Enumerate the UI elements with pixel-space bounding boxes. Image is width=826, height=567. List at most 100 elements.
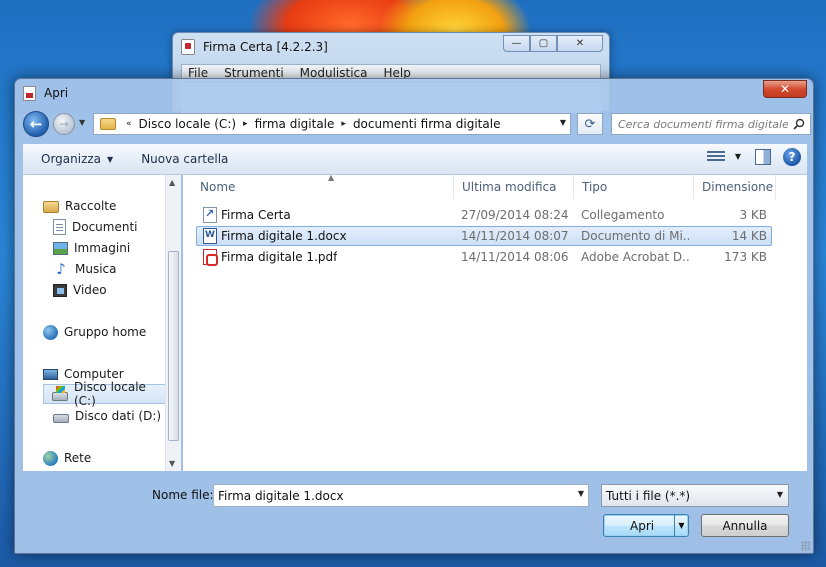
column-header-date[interactable]: Ultima modifica [454, 175, 574, 199]
nav-item-musica[interactable]: ♪ Musica [51, 259, 117, 279]
local-disk-icon [52, 386, 68, 401]
arrow-right-icon: → [58, 117, 70, 131]
file-date: 14/11/2014 08:06 [461, 250, 569, 264]
arrow-left-icon: ← [29, 115, 43, 133]
open-options-dropdown[interactable]: ▼ [674, 515, 688, 536]
nav-item-label: Computer [64, 367, 124, 381]
file-type-filter-select[interactable]: Tutti i file (*.*) ▼ [601, 484, 789, 507]
folder-icon [100, 118, 116, 130]
documents-icon [53, 219, 66, 235]
chevron-down-icon: ▼ [776, 490, 783, 499]
open-file-dialog: Apri ✕ ← → ▼ « Disco locale (C:) ▸ firma… [14, 78, 814, 554]
chevron-down-icon: ▼ [734, 151, 741, 161]
nav-item-label: Video [73, 283, 107, 297]
nav-item-label: Disco locale (C:) [74, 380, 146, 408]
resize-grip[interactable] [801, 541, 811, 551]
address-dropdown-icon[interactable]: ▼ [560, 118, 566, 127]
chevron-right-icon[interactable]: ▸ [339, 119, 348, 129]
column-header-label: Nome [200, 180, 236, 194]
nav-item-gruppo-home[interactable]: Gruppo home [41, 322, 146, 342]
navigation-bar: ← → ▼ « Disco locale (C:) ▸ firma digita… [21, 110, 811, 138]
nav-item-immagini[interactable]: Immagini [51, 238, 130, 258]
breadcrumb-overflow[interactable]: « [124, 119, 134, 129]
dialog-titlebar[interactable]: Apri [15, 79, 813, 107]
refresh-button[interactable]: ⟳ [577, 113, 603, 135]
search-box[interactable] [611, 113, 811, 135]
file-type: Documento di Mi... [581, 229, 689, 243]
new-folder-label: Nuova cartella [141, 152, 229, 166]
scrollbar-thumb[interactable] [168, 251, 179, 441]
column-header-type[interactable]: Tipo [574, 175, 694, 199]
nav-item-rete[interactable]: Rete [41, 448, 91, 468]
file-type: Adobe Acrobat D... [581, 250, 689, 264]
refresh-icon: ⟳ [584, 116, 596, 132]
navigation-pane: Raccolte Documenti Immagini ♪ Musica Vid… [23, 175, 181, 471]
video-icon [53, 283, 67, 297]
data-disk-icon [53, 414, 69, 423]
address-bar[interactable]: « Disco locale (C:) ▸ firma digitale ▸ d… [93, 113, 571, 135]
table-row[interactable]: Firma Certa 27/09/2014 08:24 Collegament… [196, 205, 772, 225]
file-size: 173 KB [724, 250, 767, 264]
table-row-selected[interactable]: Firma digitale 1.docx 14/11/2014 08:07 D… [196, 226, 772, 246]
pictures-icon [53, 241, 68, 255]
nav-item-label: Rete [64, 451, 92, 465]
minimize-button[interactable]: — [503, 35, 530, 52]
breadcrumb-disco-locale[interactable]: Disco locale (C:) [134, 117, 242, 131]
dialog-close-button[interactable]: ✕ [763, 80, 807, 98]
nav-item-label: Disco dati (D:) [75, 409, 162, 423]
cancel-button[interactable]: Annulla [701, 514, 789, 537]
table-row[interactable]: Firma digitale 1.pdf 14/11/2014 08:06 Ad… [196, 247, 772, 267]
window-controls: — ▢ ✕ [503, 35, 603, 52]
nav-item-video[interactable]: Video [51, 280, 107, 300]
nav-item-raccolte[interactable]: Raccolte [41, 196, 116, 216]
file-name: Firma Certa [221, 208, 291, 222]
change-view-button[interactable]: ▼ [706, 150, 741, 162]
close-button[interactable]: ✕ [557, 35, 603, 52]
search-input[interactable] [618, 117, 788, 131]
chevron-down-icon: ▼ [107, 154, 114, 164]
file-size: 3 KB [739, 208, 767, 222]
filename-label: Nome file: [152, 488, 214, 502]
homegroup-icon [43, 324, 58, 340]
nav-item-disco-locale[interactable]: Disco locale (C:) [43, 380, 171, 408]
library-icon [43, 201, 59, 213]
maximize-button[interactable]: ▢ [530, 35, 557, 52]
filename-input[interactable] [218, 488, 558, 503]
back-button[interactable]: ← [23, 111, 49, 137]
nav-item-label: Gruppo home [64, 325, 147, 339]
open-button[interactable]: Apri ▼ [603, 514, 689, 537]
scroll-down-icon[interactable]: ▼ [169, 459, 175, 468]
filename-combobox[interactable]: ▼ [213, 484, 589, 507]
column-header-size[interactable]: Dimensione [694, 175, 776, 199]
file-date: 14/11/2014 08:07 [461, 229, 569, 243]
chevron-right-icon[interactable]: ▸ [241, 119, 250, 129]
chevron-down-icon[interactable]: ▼ [578, 489, 584, 498]
sort-ascending-icon: ▲ [328, 173, 335, 182]
help-button[interactable]: ? [783, 148, 801, 166]
search-icon[interactable] [793, 118, 805, 130]
dialog-icon [23, 85, 36, 101]
view-details-icon [706, 150, 725, 162]
recent-locations-dropdown[interactable]: ▼ [79, 118, 85, 127]
preview-pane-button[interactable] [755, 149, 771, 165]
organize-button[interactable]: Organizza ▼ [31, 152, 123, 166]
file-type-filter-value: Tutti i file (*.*) [606, 488, 691, 503]
column-header-label: Ultima modifica [462, 180, 557, 194]
breadcrumb-documenti-firma-digitale[interactable]: documenti firma digitale [348, 117, 506, 131]
column-header-name[interactable]: Nome ▲ [192, 173, 454, 199]
file-date: 27/09/2014 08:24 [461, 208, 569, 222]
nav-item-label: Musica [75, 262, 117, 276]
organize-label: Organizza [41, 152, 102, 166]
nav-item-disco-dati[interactable]: Disco dati (D:) [51, 406, 161, 426]
file-name: Firma digitale 1.docx [221, 229, 347, 243]
network-icon [43, 450, 58, 466]
nav-item-label: Immagini [74, 241, 131, 255]
nav-item-label: Documenti [72, 220, 138, 234]
breadcrumb-firma-digitale[interactable]: firma digitale [250, 117, 340, 131]
nav-item-documenti[interactable]: Documenti [51, 217, 138, 237]
new-folder-button[interactable]: Nuova cartella [131, 152, 238, 166]
forward-button[interactable]: → [53, 113, 75, 135]
word-document-icon [203, 228, 217, 244]
scroll-up-icon[interactable]: ▲ [169, 178, 175, 187]
nav-pane-scrollbar[interactable]: ▲ ▼ [165, 175, 181, 471]
